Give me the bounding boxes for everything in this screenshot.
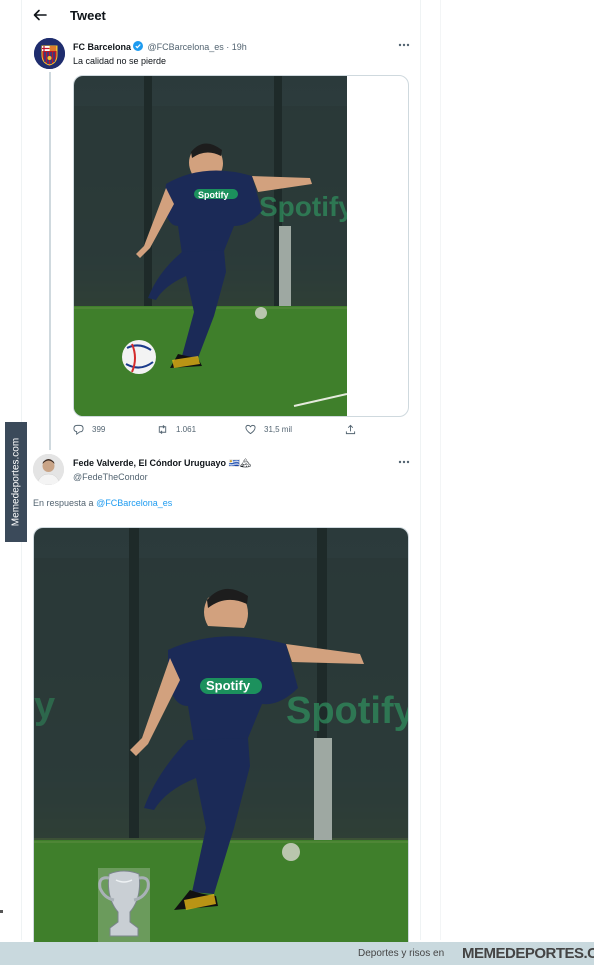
edited-player-photo-image: Spotify y Spotify bbox=[34, 528, 409, 947]
side-watermark: Memedeportes.com bbox=[5, 422, 27, 542]
watermark-brand: MEMEDEPORTES.COM bbox=[462, 945, 594, 962]
sidebar-border bbox=[440, 0, 441, 940]
like-action[interactable]: 31,5 mil bbox=[245, 424, 292, 435]
reply-author-line: Fede Valverde, El Cóndor Uruguayo 🇺🇾🏔 bbox=[73, 458, 251, 469]
tweet-media[interactable]: Spotify Spotify bbox=[73, 75, 409, 417]
tweet-text: La calidad no se pierde bbox=[73, 56, 167, 66]
share-action[interactable] bbox=[345, 424, 364, 435]
reply-photo[interactable]: Spotify y Spotify bbox=[34, 528, 409, 947]
thread-connector-line bbox=[49, 72, 51, 450]
profile-photo-icon bbox=[33, 454, 64, 485]
more-options-icon[interactable] bbox=[397, 42, 411, 48]
reply-action[interactable]: 399 bbox=[73, 424, 105, 435]
page-title: Tweet bbox=[70, 8, 106, 23]
author-emoji: 🇺🇾🏔 bbox=[228, 458, 252, 468]
svg-text:y: y bbox=[34, 685, 55, 727]
back-arrow-icon[interactable] bbox=[32, 7, 48, 23]
reply-author-name[interactable]: Fede Valverde, El Cóndor Uruguayo bbox=[73, 458, 226, 468]
reply-count: 399 bbox=[92, 425, 106, 434]
svg-text:Spotify: Spotify bbox=[206, 678, 251, 693]
share-icon bbox=[345, 424, 356, 435]
side-watermark-text: Memedeportes.com bbox=[10, 437, 22, 527]
retweet-count: 1.061 bbox=[176, 425, 197, 434]
bottom-watermark-banner: Deportes y risos en MEMEDEPORTES.COM bbox=[0, 942, 594, 965]
reply-more-options-icon[interactable] bbox=[397, 459, 411, 465]
svg-text:Spotify: Spotify bbox=[286, 690, 409, 732]
fede-avatar[interactable] bbox=[33, 454, 64, 485]
reply-author-handle[interactable]: @FedeTheCondor bbox=[73, 472, 148, 482]
author-handle[interactable]: @FCBarcelona_es bbox=[148, 42, 224, 52]
tweet-time[interactable]: 19h bbox=[232, 42, 247, 52]
replying-to-line: En respuesta a @FCBarcelona_es bbox=[33, 498, 172, 508]
retweet-action[interactable]: 1.061 bbox=[157, 424, 196, 435]
reply-media[interactable]: Spotify y Spotify bbox=[33, 527, 409, 947]
right-column-border bbox=[420, 0, 421, 940]
svg-text:Spotify: Spotify bbox=[259, 191, 347, 222]
separator-dot: · bbox=[226, 42, 230, 52]
author-name[interactable]: FC Barcelona bbox=[73, 42, 131, 52]
replying-to-mention[interactable]: @FCBarcelona_es bbox=[96, 498, 172, 508]
player-photo-image: Spotify Spotify bbox=[74, 76, 347, 416]
like-count: 31,5 mil bbox=[264, 425, 293, 434]
verified-badge-icon bbox=[133, 41, 144, 51]
tweet-header: Tweet bbox=[22, 0, 420, 32]
svg-text:Spotify: Spotify bbox=[198, 190, 229, 200]
speck-mark bbox=[0, 910, 3, 913]
replying-to-label: En respuesta a bbox=[33, 498, 94, 508]
reply-icon bbox=[73, 424, 84, 435]
tweet-photo[interactable]: Spotify Spotify bbox=[74, 76, 347, 416]
retweet-icon bbox=[158, 425, 167, 434]
heart-icon bbox=[245, 424, 256, 435]
watermark-slogan: Deportes y risos en bbox=[358, 948, 445, 959]
tweet-actions: 399 1.061 31,5 mil bbox=[73, 424, 373, 440]
fcb-crest-icon bbox=[34, 38, 65, 69]
tweet-author-line: FC Barcelona @FCBarcelona_es · 19h bbox=[73, 41, 247, 52]
fcb-avatar[interactable] bbox=[34, 38, 65, 69]
